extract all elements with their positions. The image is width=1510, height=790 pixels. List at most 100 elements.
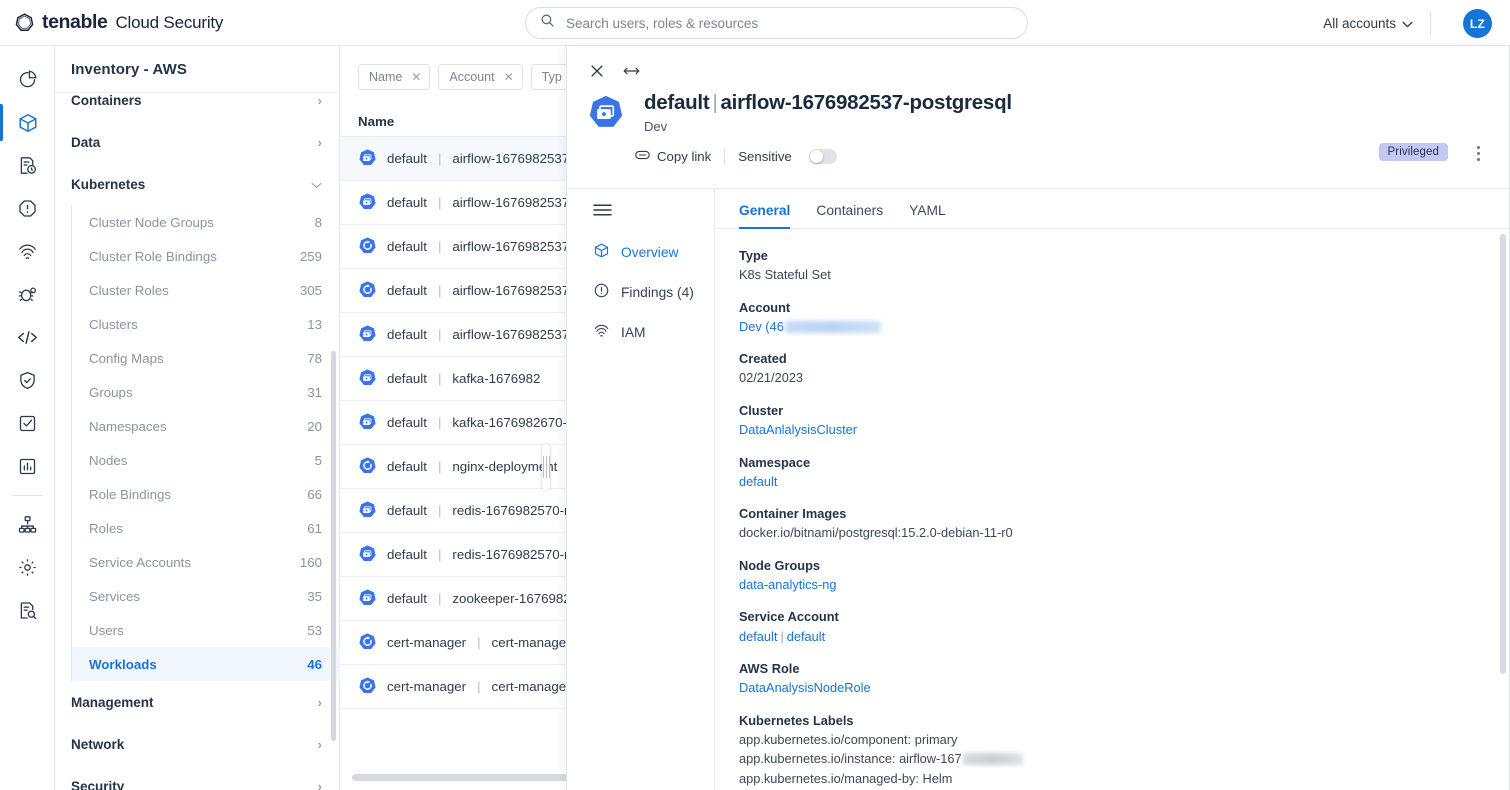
rail-item-settings[interactable] <box>0 546 55 589</box>
rail-item-inventory[interactable] <box>0 101 55 144</box>
tab-containers[interactable]: Containers <box>816 203 883 229</box>
more-vertical-icon[interactable] <box>1468 142 1488 164</box>
drawer-nav-iam[interactable]: IAM <box>567 312 714 352</box>
filter-chip-name[interactable]: Name ✕ <box>358 64 430 90</box>
field-value-link[interactable]: DataAnalysisNodeRole <box>739 678 1510 697</box>
close-icon[interactable]: ✕ <box>504 70 514 84</box>
sidebar-item-config-maps[interactable]: Config Maps 78 <box>72 341 340 375</box>
close-icon[interactable]: ✕ <box>411 70 421 84</box>
field-value-link[interactable]: data-analytics-ng <box>739 575 1510 594</box>
rail-item-tasks[interactable] <box>0 402 55 445</box>
sensitive-toggle[interactable] <box>809 149 837 164</box>
sidebar-item-workloads[interactable]: Workloads 46 <box>72 647 340 681</box>
field-value-link[interactable]: default|default <box>739 627 1510 646</box>
close-icon[interactable] <box>587 61 607 81</box>
sidebar-item-cluster-node-groups[interactable]: Cluster Node Groups 8 <box>72 205 340 239</box>
sidebar-item-label: Cluster Role Bindings <box>89 249 217 264</box>
rail-item-reports[interactable] <box>0 445 55 488</box>
nav-group-management[interactable]: Management › <box>55 681 340 723</box>
rail-item-dashboard[interactable] <box>0 58 55 101</box>
rail-item-compliance[interactable] <box>0 359 55 402</box>
search-icon <box>540 13 555 33</box>
rail-item-findings[interactable] <box>0 187 55 230</box>
table-row[interactable]: default | kafka-1676982 <box>340 357 570 401</box>
table-row[interactable]: default | redis-1676982570-r <box>340 533 570 577</box>
table-row[interactable]: default | redis-1676982570-n <box>340 489 570 533</box>
drawer-nav-findings[interactable]: Findings (4) <box>567 272 714 312</box>
k8s-label-2: app.kubernetes.io/instance: airflow-167 <box>739 749 1510 768</box>
row-name: cert-manager <box>492 679 570 694</box>
drawer-scrollbar[interactable] <box>1500 234 1506 674</box>
field-aws-role: AWS Role DataAnalysisNodeRole <box>739 659 1510 698</box>
sidebar-item-cluster-role-bindings[interactable]: Cluster Role Bindings 259 <box>72 239 340 273</box>
table-row[interactable]: default | zookeeper-1676982 <box>340 577 570 621</box>
table-row[interactable]: default | nginx-deployment <box>340 445 570 489</box>
table-row[interactable]: default | airflow-1676982537 <box>340 181 570 225</box>
rail-divider <box>12 495 43 496</box>
drawer-nav-label: Findings (4) <box>621 285 694 300</box>
hamburger-icon[interactable] <box>567 203 714 232</box>
row-namespace: default <box>387 239 427 254</box>
list-horizontal-scrollbar[interactable] <box>352 774 570 781</box>
account-selector[interactable]: All accounts <box>1323 0 1413 46</box>
field-value-link[interactable]: DataAnlalysisCluster <box>739 420 1510 439</box>
copy-link-button[interactable]: Copy link <box>635 149 711 164</box>
sidebar-item-users[interactable]: Users 53 <box>72 613 340 647</box>
filter-chip-type[interactable]: Typ ✕ <box>531 64 570 90</box>
sidebar-item-services[interactable]: Services 35 <box>72 579 340 613</box>
sidebar-item-nodes[interactable]: Nodes 5 <box>72 443 340 477</box>
sidebar-item-clusters[interactable]: Clusters 13 <box>72 307 340 341</box>
rail-item-identity[interactable] <box>0 230 55 273</box>
drawer-nav-overview[interactable]: Overview <box>567 232 714 272</box>
table-row[interactable]: cert-manager | cert-manager <box>340 665 570 709</box>
table-row[interactable]: default | airflow-1676982537 <box>340 313 570 357</box>
nav-scrollbar[interactable] <box>331 351 336 741</box>
k8s-label-3: app.kubernetes.io/managed-by: Helm <box>739 769 1510 788</box>
global-search[interactable] <box>525 7 1028 39</box>
tab-yaml[interactable]: YAML <box>909 203 946 229</box>
rail-item-organization[interactable] <box>0 503 55 546</box>
table-row[interactable]: default | kafka-1676982670- <box>340 401 570 445</box>
table-row[interactable]: default | airflow-1676982537 <box>340 269 570 313</box>
row-separator: | <box>438 547 441 562</box>
field-value-link[interactable]: default <box>739 472 1510 491</box>
chevron-down-icon <box>311 178 322 191</box>
table-row[interactable]: default | airflow-1676982537 <box>340 225 570 269</box>
list-vertical-scrollbar[interactable] <box>542 444 550 490</box>
row-namespace: default <box>387 591 427 606</box>
rail-item-vulnerabilities[interactable] <box>0 273 55 316</box>
nav-group-security[interactable]: Security › <box>55 765 340 790</box>
search-box[interactable] <box>525 7 1028 39</box>
sidebar-item-roles[interactable]: Roles 61 <box>72 511 340 545</box>
sidebar-item-service-accounts[interactable]: Service Accounts 160 <box>72 545 340 579</box>
nav-group-label: Security <box>71 779 124 790</box>
rail-item-iac[interactable] <box>0 316 55 359</box>
nav-group-data[interactable]: Data › <box>55 121 340 163</box>
sidebar-item-cluster-roles[interactable]: Cluster Roles 305 <box>72 273 340 307</box>
list-column-header-name[interactable]: Name <box>340 106 570 137</box>
brand-logo[interactable]: tenable Cloud Security <box>0 12 420 33</box>
rail-item-audit[interactable] <box>0 589 55 632</box>
avatar[interactable]: LZ <box>1463 9 1492 38</box>
resource-detail-drawer: default|airflow-1676982537-postgresql De… <box>566 46 1510 790</box>
sidebar-item-label: Config Maps <box>89 351 164 366</box>
rail-item-activity-log[interactable] <box>0 144 55 187</box>
chevron-right-icon: › <box>318 780 322 790</box>
field-value-link[interactable]: Dev (46 <box>739 317 1510 336</box>
row-name: airflow-1676982537 <box>452 239 569 254</box>
search-input[interactable] <box>564 15 1013 32</box>
table-row[interactable]: cert-manager | cert-manager <box>340 621 570 665</box>
nav-group-containers[interactable]: Containers › <box>55 92 340 121</box>
expand-horizontal-icon[interactable] <box>621 61 641 81</box>
table-row[interactable]: default | airflow-1676982537 <box>340 137 570 181</box>
k8s-statefulset-icon <box>358 368 377 390</box>
tab-general[interactable]: General <box>739 203 790 229</box>
nav-group-kubernetes[interactable]: Kubernetes <box>55 163 340 205</box>
sidebar-item-role-bindings[interactable]: Role Bindings 66 <box>72 477 340 511</box>
nav-group-network[interactable]: Network › <box>55 723 340 765</box>
row-name: redis-1676982570-r <box>452 547 568 562</box>
sidebar-item-groups[interactable]: Groups 31 <box>72 375 340 409</box>
sidebar-item-namespaces[interactable]: Namespaces 20 <box>72 409 340 443</box>
pie-chart-icon <box>17 69 38 90</box>
filter-chip-account[interactable]: Account ✕ <box>438 64 522 90</box>
